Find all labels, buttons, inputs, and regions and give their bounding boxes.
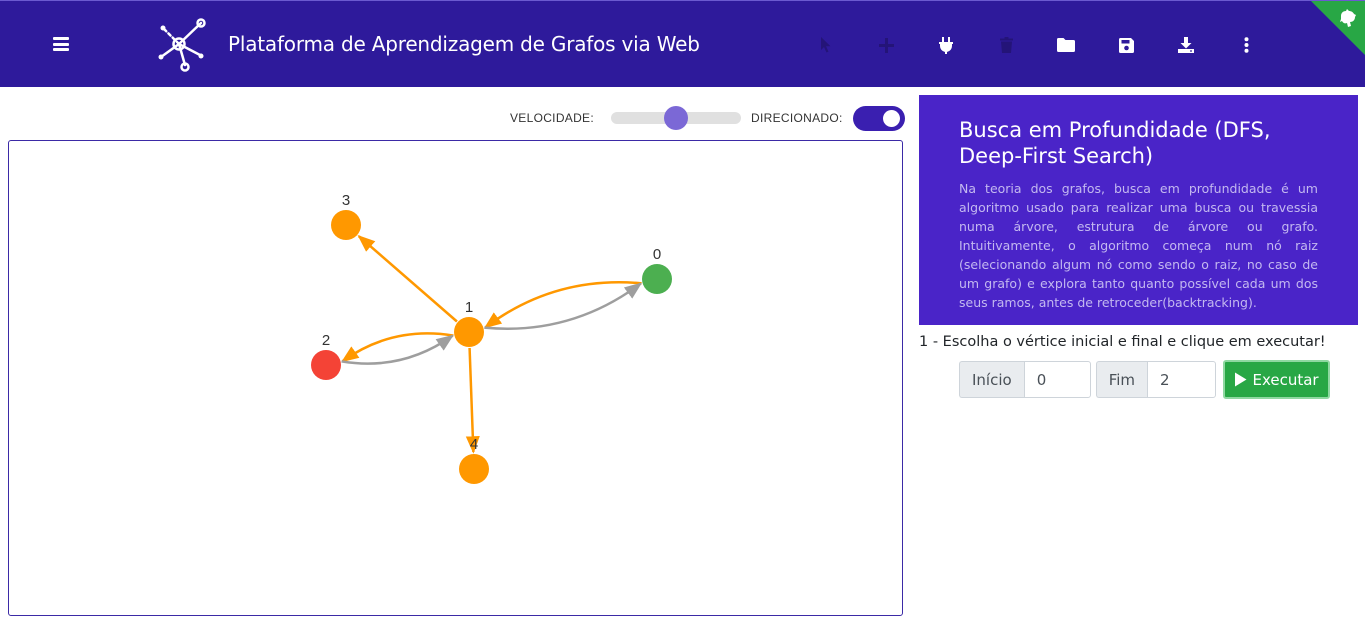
speed-slider[interactable] xyxy=(611,106,741,130)
directed-toggle-knob xyxy=(882,109,900,127)
vertex-1[interactable] xyxy=(454,317,484,347)
graph-logo-icon xyxy=(158,18,206,72)
add-vertex-button[interactable] xyxy=(856,29,916,61)
save-icon xyxy=(1118,37,1134,53)
github-corner[interactable] xyxy=(1311,1,1365,55)
end-vertex-group: Fim xyxy=(1095,361,1217,398)
algorithm-description: Na teoria dos grafos, busca em profundid… xyxy=(959,181,1318,310)
cursor-icon xyxy=(821,37,831,53)
vertex-label-0: 0 xyxy=(653,246,661,263)
algorithm-title: Busca em Profundidade (DFS, Deep-First S… xyxy=(959,118,1271,168)
end-vertex-input[interactable] xyxy=(1147,361,1217,398)
edge-1-2[interactable] xyxy=(341,332,454,363)
graph-svg[interactable]: 0 1 2 3 4 xyxy=(9,141,902,615)
download-icon xyxy=(1178,37,1194,53)
speed-slider-thumb[interactable] xyxy=(664,106,688,130)
vertex-0[interactable] xyxy=(642,264,672,294)
plug-icon xyxy=(939,36,953,54)
start-vertex-label: Início xyxy=(959,361,1024,398)
directed-label: DIRECIONADO: xyxy=(751,111,843,125)
vertex-label-4: 4 xyxy=(470,436,478,453)
run-instruction: 1 - Escolha o vértice inicial e final e … xyxy=(919,334,1326,350)
directed-toggle[interactable] xyxy=(852,105,905,131)
edge-1-3[interactable] xyxy=(357,235,458,323)
github-icon xyxy=(1340,9,1356,27)
speed-label: VELOCIDADE: xyxy=(510,111,594,125)
trash-icon xyxy=(999,37,1013,53)
save-button[interactable] xyxy=(1096,29,1156,61)
hamburger-menu-icon[interactable] xyxy=(53,37,69,51)
more-vertical-icon xyxy=(1244,37,1248,53)
vertex-4[interactable] xyxy=(459,454,489,484)
vertex-3[interactable] xyxy=(331,210,361,240)
delete-button[interactable] xyxy=(976,29,1036,61)
folder-icon xyxy=(1057,38,1075,52)
start-vertex-group: Início xyxy=(959,361,1091,398)
controls-row: VELOCIDADE: DIRECIONADO: xyxy=(510,105,905,131)
select-tool-button[interactable] xyxy=(796,29,856,61)
algorithm-info-card: Busca em Profundidade (DFS, Deep-First S… xyxy=(919,95,1358,325)
vertex-label-3: 3 xyxy=(342,192,350,209)
end-vertex-label: Fim xyxy=(1095,361,1148,398)
open-button[interactable] xyxy=(1036,29,1096,61)
vertex-label-1: 1 xyxy=(465,299,473,316)
download-button[interactable] xyxy=(1156,29,1216,61)
edge-2-1[interactable] xyxy=(341,334,454,365)
start-vertex-input[interactable] xyxy=(1023,361,1091,398)
graph-canvas[interactable]: 0 1 2 3 4 xyxy=(8,140,903,616)
execute-button-label: Executar xyxy=(1252,370,1319,389)
execute-button[interactable]: Executar xyxy=(1223,360,1331,399)
run-form: Início Fim Executar xyxy=(959,360,1331,399)
play-icon xyxy=(1235,372,1247,387)
app-title: Plataforma de Aprendizagem de Grafos via… xyxy=(228,32,700,56)
plus-icon xyxy=(878,37,894,53)
toolbar xyxy=(796,29,1276,61)
vertex-label-2: 2 xyxy=(322,332,330,349)
vertex-2[interactable] xyxy=(311,350,341,380)
connect-edge-button[interactable] xyxy=(916,29,976,61)
more-options-button[interactable] xyxy=(1216,29,1276,61)
top-navbar: Plataforma de Aprendizagem de Grafos via… xyxy=(0,0,1365,87)
